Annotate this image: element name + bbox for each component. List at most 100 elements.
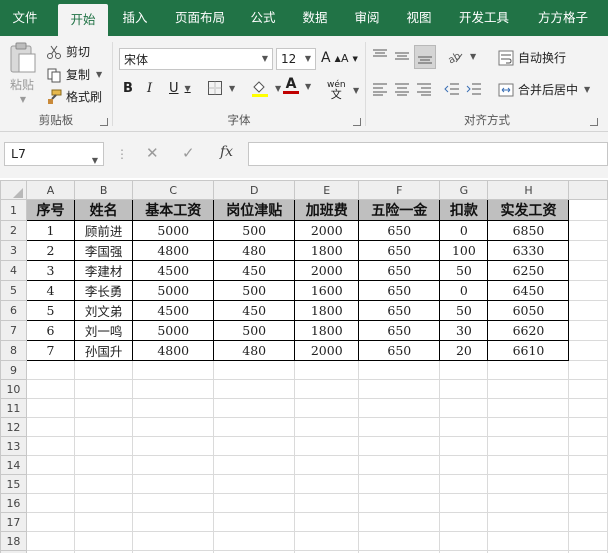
fill-color-button[interactable]: ▼: [251, 79, 281, 97]
empty-cell[interactable]: [213, 455, 296, 475]
row-header[interactable]: 1: [0, 199, 27, 221]
row-header[interactable]: 13: [0, 436, 27, 456]
data-cell[interactable]: 6: [25, 320, 76, 341]
tab-review[interactable]: 审阅: [342, 0, 392, 36]
data-cell[interactable]: 450: [213, 260, 296, 281]
empty-cell[interactable]: [439, 455, 489, 475]
data-cell[interactable]: 2: [25, 240, 76, 261]
empty-cell[interactable]: [568, 360, 608, 380]
data-cell[interactable]: 4800: [132, 340, 215, 361]
empty-cell[interactable]: [439, 417, 489, 437]
data-cell[interactable]: 1800: [294, 240, 360, 261]
tab-ffcell[interactable]: 方方格子: [522, 0, 604, 36]
font-size-select[interactable]: 12 ▼: [276, 48, 316, 70]
empty-cell[interactable]: [74, 512, 134, 532]
empty-cell[interactable]: [568, 398, 608, 418]
data-cell[interactable]: 650: [358, 240, 441, 261]
empty-cell[interactable]: [358, 436, 441, 456]
cancel-icon[interactable]: ✕: [146, 144, 159, 162]
empty-cell[interactable]: [487, 531, 570, 551]
empty-cell[interactable]: [294, 379, 360, 399]
empty-cell[interactable]: [439, 512, 489, 532]
grow-font-button[interactable]: A ▲: [321, 50, 341, 66]
empty-cell[interactable]: [568, 493, 608, 513]
empty-cell[interactable]: [439, 436, 489, 456]
data-cell[interactable]: 0: [439, 220, 489, 241]
row-header[interactable]: 10: [0, 379, 27, 399]
data-cell[interactable]: 50: [439, 300, 489, 321]
column-header[interactable]: B: [74, 180, 134, 200]
header-cell[interactable]: 扣款: [439, 199, 489, 221]
empty-cell[interactable]: [132, 474, 215, 494]
empty-cell[interactable]: [568, 300, 608, 321]
format-painter-button[interactable]: 格式刷: [46, 88, 102, 105]
empty-cell[interactable]: [294, 360, 360, 380]
empty-cell[interactable]: [568, 220, 608, 241]
header-cell[interactable]: 基本工资: [132, 199, 215, 221]
empty-cell[interactable]: [74, 493, 134, 513]
empty-cell[interactable]: [568, 474, 608, 494]
empty-cell[interactable]: [568, 340, 608, 361]
empty-cell[interactable]: [25, 360, 76, 380]
data-cell[interactable]: 650: [358, 320, 441, 341]
formula-input[interactable]: [248, 142, 608, 166]
data-cell[interactable]: 4800: [132, 240, 215, 261]
orientation-button[interactable]: ab ▼: [446, 48, 476, 64]
underline-button[interactable]: U ▼: [169, 81, 191, 96]
empty-cell[interactable]: [439, 398, 489, 418]
row-header[interactable]: 12: [0, 417, 27, 437]
empty-cell[interactable]: [487, 360, 570, 380]
font-color-button[interactable]: A ▼: [283, 77, 311, 94]
empty-cell[interactable]: [439, 493, 489, 513]
empty-cell[interactable]: [294, 417, 360, 437]
row-header[interactable]: 16: [0, 493, 27, 513]
header-cell[interactable]: 姓名: [74, 199, 134, 221]
data-cell[interactable]: 650: [358, 340, 441, 361]
empty-cell[interactable]: [487, 493, 570, 513]
empty-cell[interactable]: [25, 436, 76, 456]
align-center-button[interactable]: [394, 81, 410, 97]
increase-indent-button[interactable]: [466, 81, 482, 97]
empty-cell[interactable]: [568, 436, 608, 456]
align-bottom-button[interactable]: [414, 45, 436, 69]
empty-cell[interactable]: [74, 379, 134, 399]
data-cell[interactable]: 顾前进: [74, 220, 134, 241]
row-header[interactable]: 8: [0, 340, 27, 361]
select-all-corner[interactable]: [0, 180, 27, 200]
data-cell[interactable]: 6250: [487, 260, 570, 281]
column-header[interactable]: A: [25, 180, 76, 200]
data-cell[interactable]: 孙国升: [74, 340, 134, 361]
data-cell[interactable]: 6610: [487, 340, 570, 361]
tab-view[interactable]: 视图: [392, 0, 446, 36]
row-header[interactable]: 15: [0, 474, 27, 494]
data-cell[interactable]: 2000: [294, 340, 360, 361]
row-header[interactable]: 11: [0, 398, 27, 418]
empty-cell[interactable]: [132, 398, 215, 418]
empty-cell[interactable]: [213, 493, 296, 513]
align-top-button[interactable]: [372, 48, 388, 64]
empty-cell[interactable]: [568, 280, 608, 301]
empty-cell[interactable]: [358, 493, 441, 513]
column-header[interactable]: F: [358, 180, 441, 200]
row-header[interactable]: 14: [0, 455, 27, 475]
data-cell[interactable]: 刘文弟: [74, 300, 134, 321]
column-header[interactable]: D: [213, 180, 296, 200]
empty-cell[interactable]: [213, 436, 296, 456]
empty-cell[interactable]: [25, 379, 76, 399]
empty-cell[interactable]: [487, 455, 570, 475]
row-header[interactable]: 7: [0, 320, 27, 341]
empty-cell[interactable]: [358, 398, 441, 418]
empty-cell[interactable]: [294, 436, 360, 456]
empty-cell[interactable]: [25, 474, 76, 494]
data-cell[interactable]: 500: [213, 220, 296, 241]
empty-cell[interactable]: [132, 436, 215, 456]
chevron-down-icon[interactable]: ▼: [353, 86, 359, 95]
data-cell[interactable]: 650: [358, 260, 441, 281]
data-cell[interactable]: 1800: [294, 300, 360, 321]
empty-cell[interactable]: [439, 379, 489, 399]
empty-cell[interactable]: [132, 493, 215, 513]
data-cell[interactable]: 4: [25, 280, 76, 301]
clipboard-launcher-icon[interactable]: [100, 118, 108, 126]
header-cell[interactable]: 实发工资: [487, 199, 570, 221]
data-cell[interactable]: 20: [439, 340, 489, 361]
